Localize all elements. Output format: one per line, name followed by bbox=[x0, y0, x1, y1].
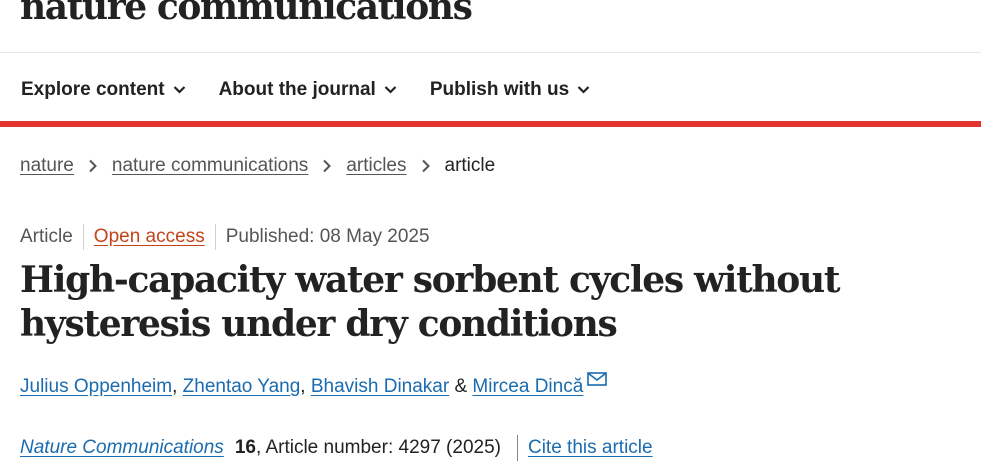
author-list: Julius Oppenheim, Zhentao Yang, Bhavish … bbox=[20, 372, 608, 398]
author-link[interactable]: Mircea Dincă bbox=[472, 376, 583, 398]
breadcrumb: nature nature communications articles ar… bbox=[20, 155, 495, 177]
breadcrumb-nature[interactable]: nature bbox=[20, 155, 74, 177]
nav-explore-content[interactable]: Explore content bbox=[21, 79, 186, 101]
article-number: , Article number: 4297 (2025) bbox=[255, 437, 501, 458]
author-link[interactable]: Julius Oppenheim bbox=[20, 376, 172, 398]
accent-bar bbox=[0, 121, 981, 127]
chevron-right-icon bbox=[421, 159, 430, 173]
meta-divider bbox=[82, 224, 84, 250]
chevron-down-icon bbox=[173, 86, 185, 94]
published-date: Published: 08 May 2025 bbox=[225, 226, 430, 247]
email-icon[interactable] bbox=[587, 372, 608, 386]
chevron-down-icon bbox=[577, 86, 590, 94]
nav-about-journal[interactable]: About the journal bbox=[219, 79, 397, 101]
article-title: High-capacity water sorbent cycles witho… bbox=[20, 259, 841, 345]
article-type: Article bbox=[20, 226, 73, 247]
author-link[interactable]: Zhentao Yang bbox=[183, 376, 301, 398]
chevron-right-icon bbox=[89, 159, 97, 173]
author-separator: , bbox=[172, 376, 183, 397]
main-nav: Explore content About the journal Publis… bbox=[21, 76, 623, 104]
volume-number: 16 bbox=[234, 437, 256, 458]
breadcrumb-nature-communications[interactable]: nature communications bbox=[112, 155, 308, 177]
nav-label: Explore content bbox=[21, 79, 165, 100]
breadcrumb-current: article bbox=[444, 155, 496, 176]
site-logo[interactable]: nature communications bbox=[20, 0, 473, 28]
citation-divider bbox=[516, 435, 518, 461]
chevron-right-icon bbox=[323, 159, 332, 173]
cite-article-link[interactable]: Cite this article bbox=[528, 437, 653, 459]
author-link[interactable]: Bhavish Dinakar bbox=[311, 376, 449, 398]
author-separator: , bbox=[300, 376, 311, 397]
author-separator: & bbox=[449, 376, 473, 397]
nav-label: Publish with us bbox=[429, 79, 570, 100]
article-meta: Article Open access Published: 08 May 20… bbox=[20, 224, 430, 250]
nav-label: About the journal bbox=[218, 79, 376, 100]
header-divider bbox=[0, 52, 981, 53]
journal-link[interactable]: Nature Communications bbox=[20, 437, 224, 459]
nav-publish-with-us[interactable]: Publish with us bbox=[430, 79, 590, 101]
breadcrumb-articles[interactable]: articles bbox=[346, 155, 406, 177]
meta-divider bbox=[214, 224, 216, 250]
chevron-down-icon bbox=[384, 86, 397, 94]
citation-line: Nature Communications 16 , Article numbe… bbox=[20, 435, 653, 461]
open-access-link[interactable]: Open access bbox=[94, 226, 205, 248]
